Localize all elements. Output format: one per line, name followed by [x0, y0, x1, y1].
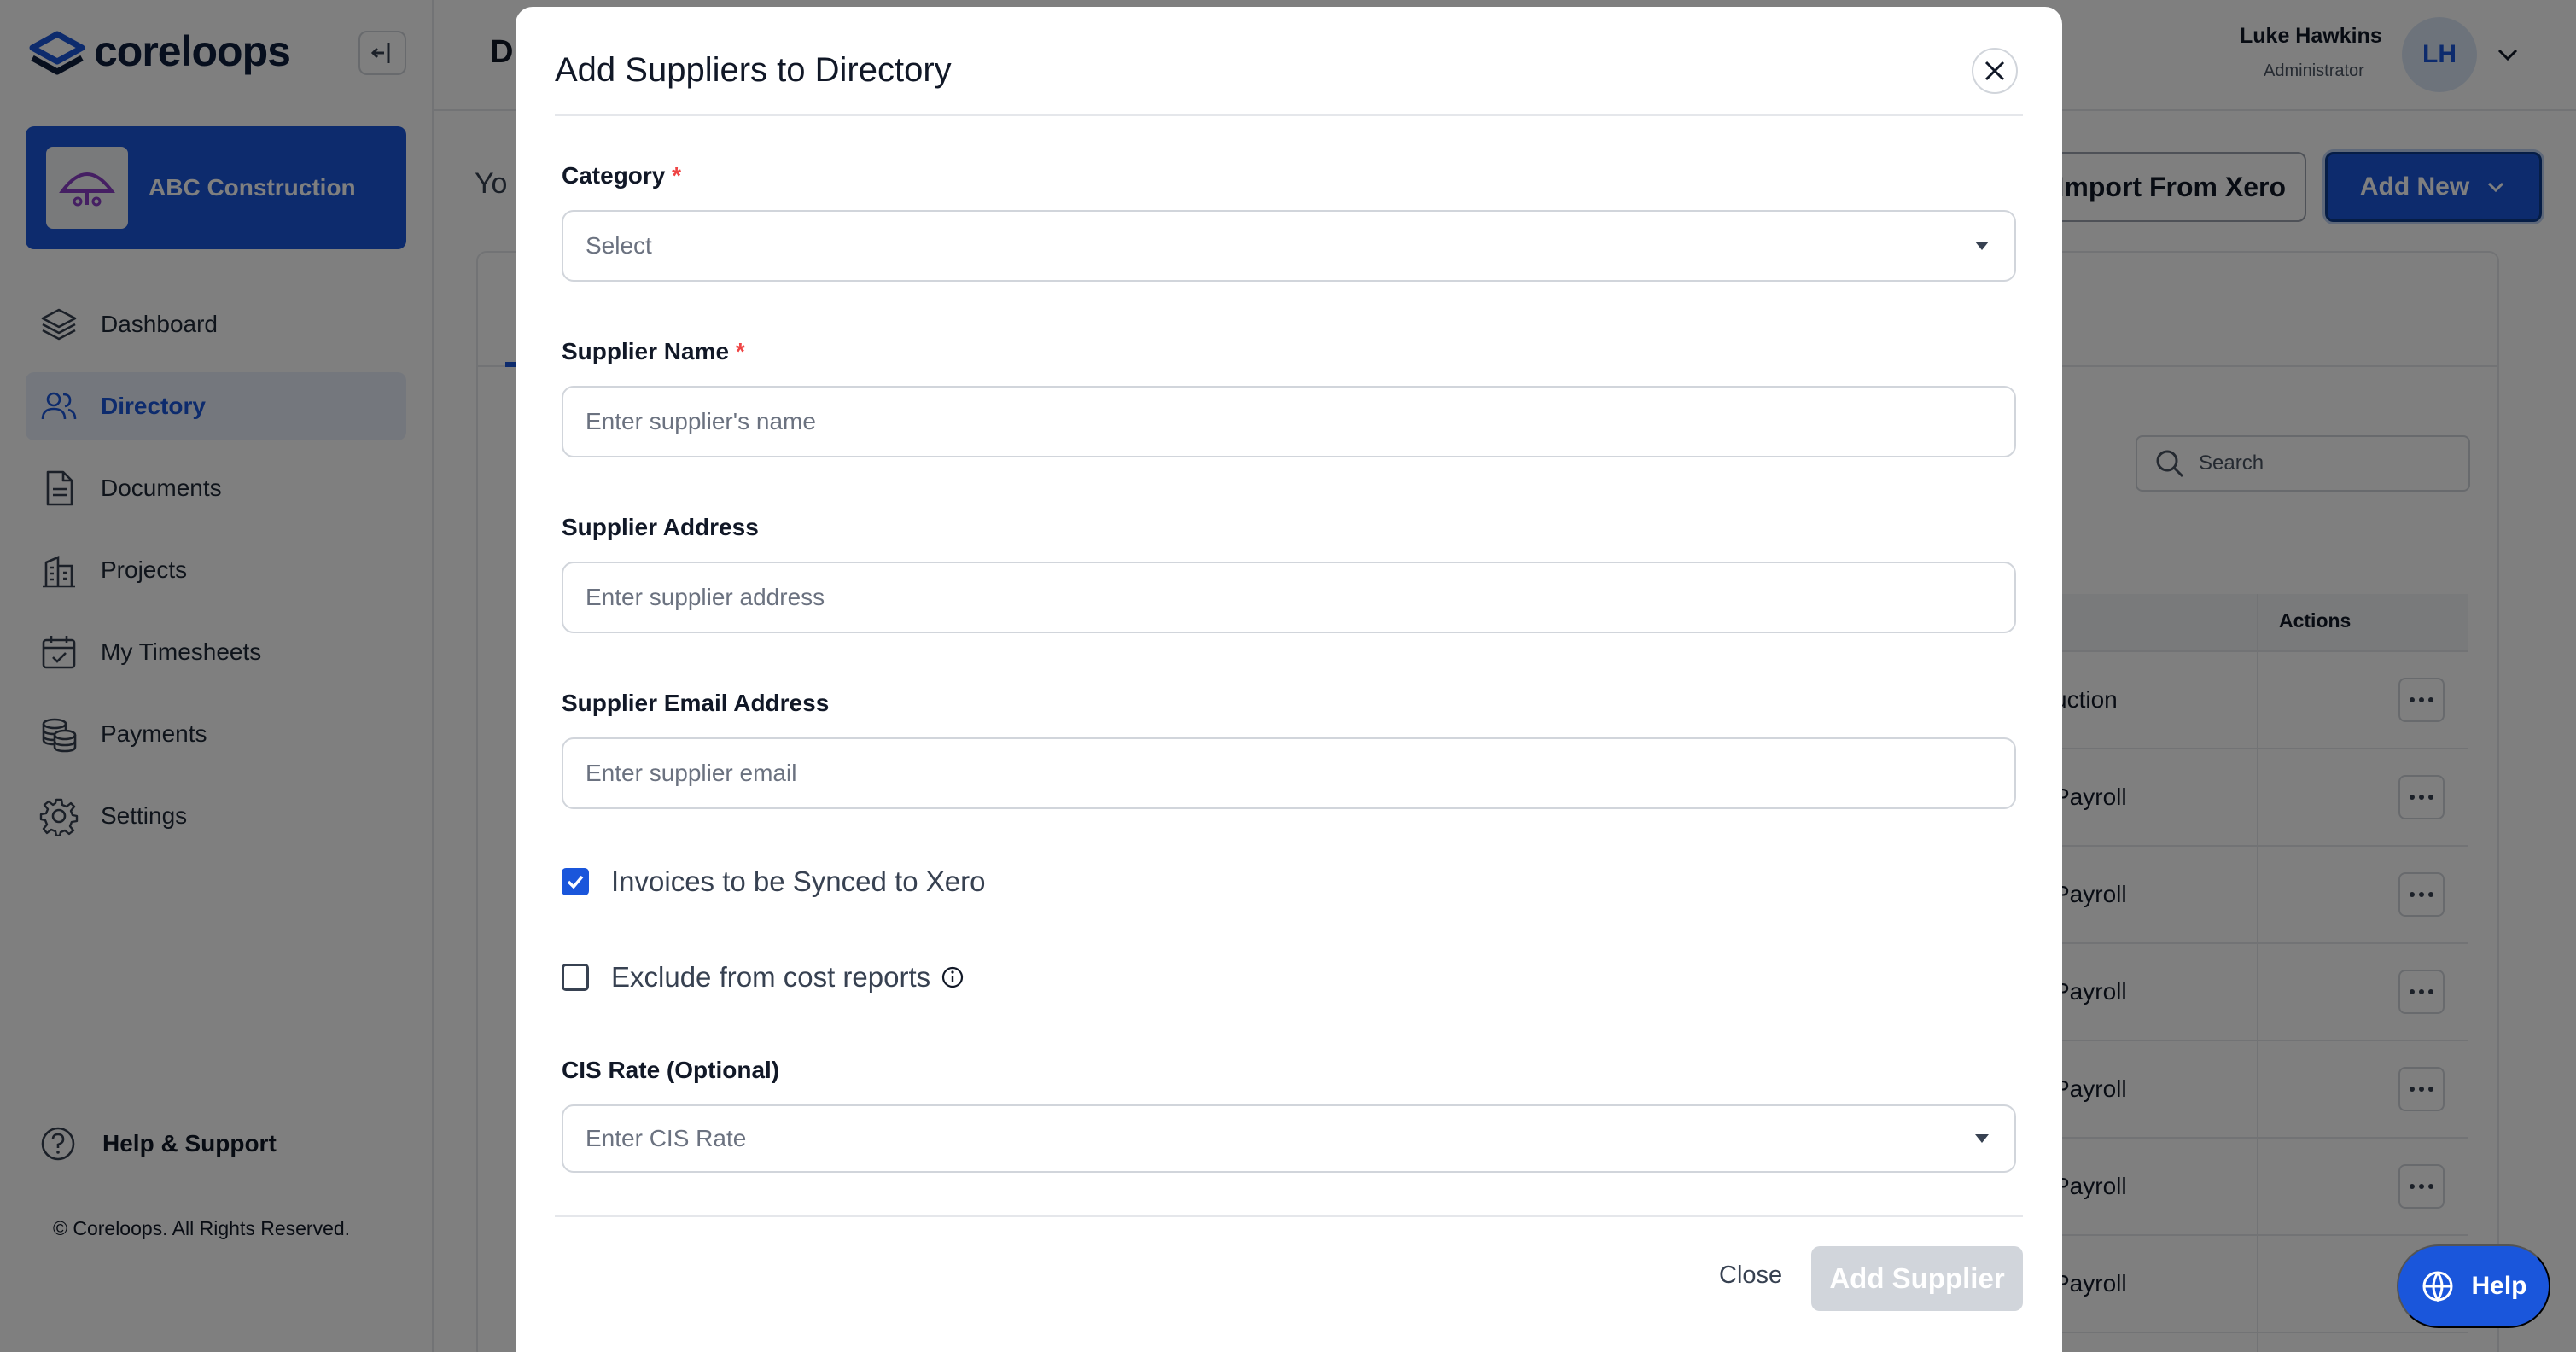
category-select[interactable]: Select [562, 210, 2016, 282]
help-chat-label: Help [2471, 1272, 2527, 1300]
caret-down-icon [1975, 1134, 1989, 1143]
add-supplier-button[interactable]: Add Supplier [1811, 1246, 2023, 1311]
app-window: coreloops ABC Construction Das [0, 0, 2576, 1352]
supplier-address-input[interactable]: Enter supplier address [562, 562, 2016, 633]
sync-xero-checkbox-row[interactable]: Invoices to be Synced to Xero [562, 865, 985, 898]
exclude-cost-label: Exclude from cost reports [611, 961, 931, 993]
exclude-cost-checkbox-row[interactable]: Exclude from cost reports [562, 961, 965, 994]
dialog-title: Add Suppliers to Directory [555, 51, 952, 89]
caret-down-icon [1975, 242, 1989, 250]
close-icon [1984, 61, 2005, 81]
supplier-email-input[interactable]: Enter supplier email [562, 737, 2016, 809]
required-marker: * [735, 338, 745, 364]
supplier-name-input[interactable]: Enter supplier's name [562, 386, 2016, 457]
category-label-text: Category [562, 162, 666, 189]
supplier-name-label: Supplier Name * [562, 338, 745, 365]
sync-xero-checkbox[interactable] [562, 868, 589, 895]
dialog-footer-divider [555, 1215, 2023, 1217]
supplier-name-label-text: Supplier Name [562, 338, 730, 364]
dialog-close-button[interactable] [1972, 48, 2018, 94]
dialog-divider [555, 114, 2023, 116]
cis-rate-label: CIS Rate (Optional) [562, 1057, 780, 1083]
checkmark-icon [567, 875, 584, 889]
supplier-name-placeholder: Enter supplier's name [586, 408, 816, 434]
sync-xero-label: Invoices to be Synced to Xero [611, 865, 986, 897]
close-button[interactable]: Close [1719, 1262, 1782, 1290]
help-chat-button[interactable]: Help [2397, 1244, 2550, 1328]
cis-rate-select[interactable]: Enter CIS Rate [562, 1104, 2016, 1173]
category-placeholder: Select [586, 232, 652, 259]
scroll-fade [516, 1185, 2062, 1219]
cis-rate-placeholder: Enter CIS Rate [586, 1125, 747, 1151]
add-supplier-dialog: Add Suppliers to Directory Category * Se… [516, 7, 2062, 1352]
globe-icon [2422, 1271, 2453, 1302]
supplier-email-label: Supplier Email Address [562, 690, 830, 716]
supplier-address-placeholder: Enter supplier address [586, 584, 825, 610]
supplier-email-placeholder: Enter supplier email [586, 760, 797, 786]
category-label: Category * [562, 162, 681, 189]
supplier-address-label: Supplier Address [562, 514, 759, 540]
exclude-cost-checkbox[interactable] [562, 964, 589, 991]
info-icon[interactable] [941, 965, 965, 989]
required-marker: * [672, 162, 682, 189]
